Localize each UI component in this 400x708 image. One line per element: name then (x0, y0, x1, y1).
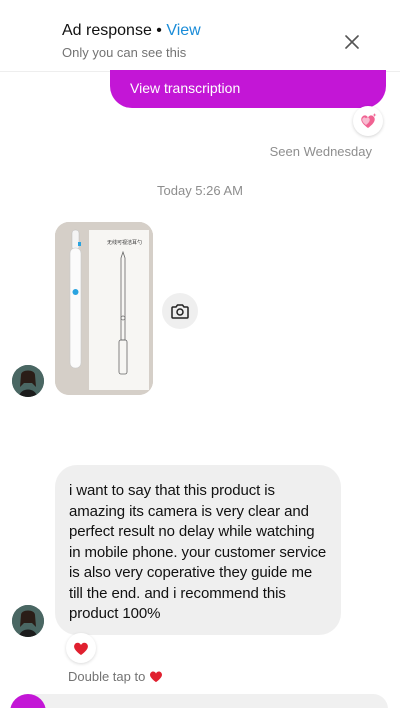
header-subtitle: Only you can see this (62, 45, 187, 60)
view-transcription-label[interactable]: View transcription (130, 80, 240, 96)
seen-status: Seen Wednesday (269, 144, 372, 159)
sender-avatar[interactable] (12, 365, 44, 397)
outgoing-reaction[interactable] (353, 106, 383, 136)
sparkling-heart-icon (361, 113, 377, 128)
incoming-text-message[interactable]: i want to say that this product is amazi… (55, 465, 341, 635)
avatar-photo (12, 365, 44, 397)
incoming-message-text: i want to say that this product is amazi… (69, 482, 327, 622)
red-heart-icon (74, 642, 88, 655)
message-timestamp: Today 5:26 AM (157, 183, 243, 198)
close-icon (345, 35, 359, 49)
red-heart-icon (150, 671, 163, 683)
camera-button[interactable] (162, 293, 198, 329)
toothbrush-product-image (55, 222, 153, 395)
outgoing-voice-message[interactable]: View transcription (110, 70, 386, 108)
avatar-photo (12, 605, 44, 637)
double-tap-hint[interactable]: Double tap to (68, 669, 163, 684)
product-photo[interactable]: 无线可视洁耳勺 (55, 222, 153, 395)
header-title: Ad response (62, 22, 152, 39)
composer-input-bar[interactable] (12, 694, 388, 708)
sender-avatar-2[interactable] (12, 605, 44, 637)
ad-response-header: Ad response • View Only you can see this (0, 0, 400, 72)
product-box-label: 无线可视洁耳勺 (107, 240, 143, 246)
camera-icon (171, 304, 189, 319)
header-separator: • (151, 22, 167, 39)
double-tap-label: Double tap to (68, 669, 146, 684)
incoming-reaction[interactable] (66, 633, 96, 663)
header-title-row: Ad response • View (62, 22, 201, 40)
close-button[interactable] (340, 30, 364, 54)
view-ad-link[interactable]: View (166, 22, 200, 39)
message-composer[interactable] (0, 694, 400, 708)
